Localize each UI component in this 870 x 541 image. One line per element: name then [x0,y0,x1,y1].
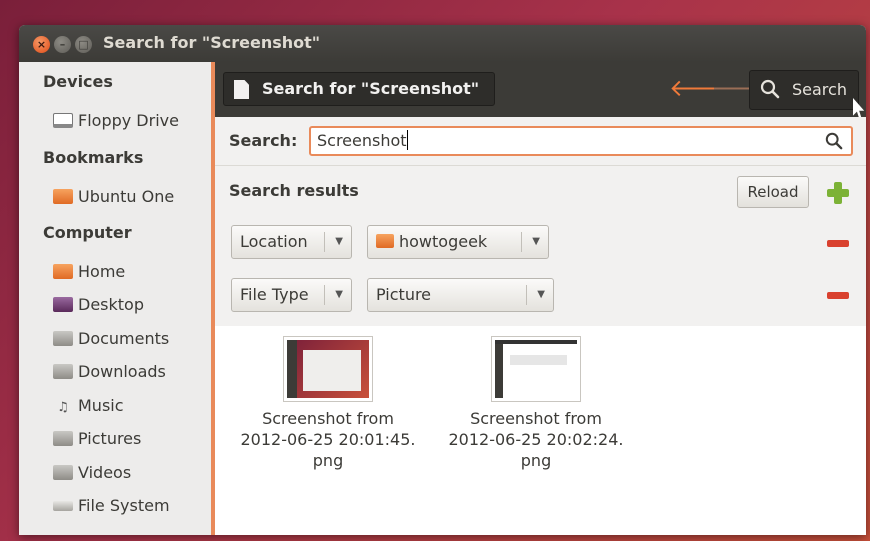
filter-value-label: Picture [376,285,432,304]
image-thumbnail [283,336,373,402]
text-caret [406,130,408,150]
sidebar-item-home[interactable]: Home [53,260,125,284]
ubuntu-one-folder-icon [53,189,73,204]
window-title: Search for "Screenshot" [103,33,321,52]
sidebar-item-desktop[interactable]: Desktop [53,293,144,317]
sidebar-item-label: Pictures [78,429,142,448]
sidebar-item-floppy-drive[interactable]: Floppy Drive [53,109,179,133]
sidebar-item-label: Floppy Drive [78,111,179,130]
sidebar-item-label: Desktop [78,295,144,314]
search-button[interactable]: Search [749,70,859,110]
search-icon[interactable] [825,132,843,150]
file-name-line: Screenshot from [262,409,394,428]
sidebar: Devices Floppy Drive Bookmarks Ubuntu On… [19,62,215,535]
chevron-down-icon: ▼ [532,236,540,247]
filter-value-combo-file-type[interactable]: Picture ▼ [367,278,554,312]
search-input[interactable]: Screenshot [309,126,853,156]
maximize-icon[interactable]: □ [75,36,92,53]
sidebar-item-label: Music [78,396,124,415]
sidebar-heading-bookmarks: Bookmarks [43,148,144,167]
file-name-line: Screenshot from [470,409,602,428]
file-item[interactable]: Screenshot from 2012-06-25 20:01:45. png [228,336,428,471]
sidebar-item-label: Home [78,262,126,281]
downloads-folder-icon [53,364,73,379]
close-icon[interactable]: × [33,36,50,53]
music-folder-icon: ♫ [57,400,69,415]
path-button[interactable]: Search for "Screenshot" [223,72,495,106]
file-system-icon [53,501,73,511]
file-manager-window: × – □ Search for "Screenshot" Devices Fl… [19,25,866,535]
file-name-line: png [312,451,344,470]
sidebar-item-documents[interactable]: Documents [53,327,169,351]
chevron-down-icon: ▼ [537,289,545,300]
search-label: Search: [229,131,298,150]
remove-filter-icon[interactable] [827,240,849,247]
remove-filter-icon[interactable] [827,292,849,299]
toolbar: Search for "Screenshot" 🡐 🡒 Search [215,62,866,120]
search-results-title: Search results [229,181,359,200]
sidebar-item-label: Documents [78,329,170,348]
sidebar-item-videos[interactable]: Videos [53,461,131,485]
sidebar-item-ubuntu-one[interactable]: Ubuntu One [53,185,174,209]
path-button-label: Search for "Screenshot" [262,79,480,98]
sidebar-heading-computer: Computer [43,223,132,242]
pictures-folder-icon [53,431,73,446]
minimize-icon[interactable]: – [54,36,71,53]
file-grid: Screenshot from 2012-06-25 20:01:45. png… [215,326,866,535]
search-results-panel: Search results Reload Location ▼ howtoge… [215,165,866,327]
title-bar[interactable]: × – □ Search for "Screenshot" [19,25,866,62]
sidebar-item-file-system[interactable]: File System [53,494,170,518]
chevron-down-icon: ▼ [335,236,343,247]
documents-folder-icon [53,331,73,346]
reload-button[interactable]: Reload [737,176,809,208]
filter-value-label: howtogeek [399,232,488,251]
sidebar-heading-devices: Devices [43,72,113,91]
sidebar-item-downloads[interactable]: Downloads [53,360,166,384]
sidebar-item-label: Downloads [78,362,166,381]
sidebar-item-label: Videos [78,463,132,482]
file-name-line: png [520,451,552,470]
search-icon [760,79,780,99]
search-input-value: Screenshot [317,131,407,150]
sidebar-item-music[interactable]: ♫ Music [53,394,124,418]
chevron-down-icon: ▼ [335,289,343,300]
home-folder-icon [53,264,73,279]
filter-type-label: File Type [240,285,309,304]
main-content: Search: Screenshot Search results Reload… [215,117,866,535]
file-name-line: 2012-06-25 20:01:45. [240,430,416,449]
add-filter-icon[interactable] [827,182,849,204]
filter-type-combo-file-type[interactable]: File Type ▼ [231,278,352,312]
image-thumbnail [491,336,581,402]
filter-value-combo-location[interactable]: howtogeek ▼ [367,225,549,259]
sidebar-item-label: Ubuntu One [78,187,175,206]
file-name-line: 2012-06-25 20:02:24. [448,430,624,449]
document-icon [234,80,249,99]
filter-type-label: Location [240,232,308,251]
videos-folder-icon [53,465,73,480]
search-bar: Search: Screenshot [215,117,866,165]
search-button-label: Search [792,80,847,99]
file-item[interactable]: Screenshot from 2012-06-25 20:02:24. png [436,336,636,471]
home-folder-icon [376,234,394,248]
sidebar-item-pictures[interactable]: Pictures [53,427,141,451]
floppy-drive-icon [53,113,73,128]
desktop-icon [53,297,73,312]
filter-type-combo-location[interactable]: Location ▼ [231,225,352,259]
sidebar-item-label: File System [78,496,170,515]
